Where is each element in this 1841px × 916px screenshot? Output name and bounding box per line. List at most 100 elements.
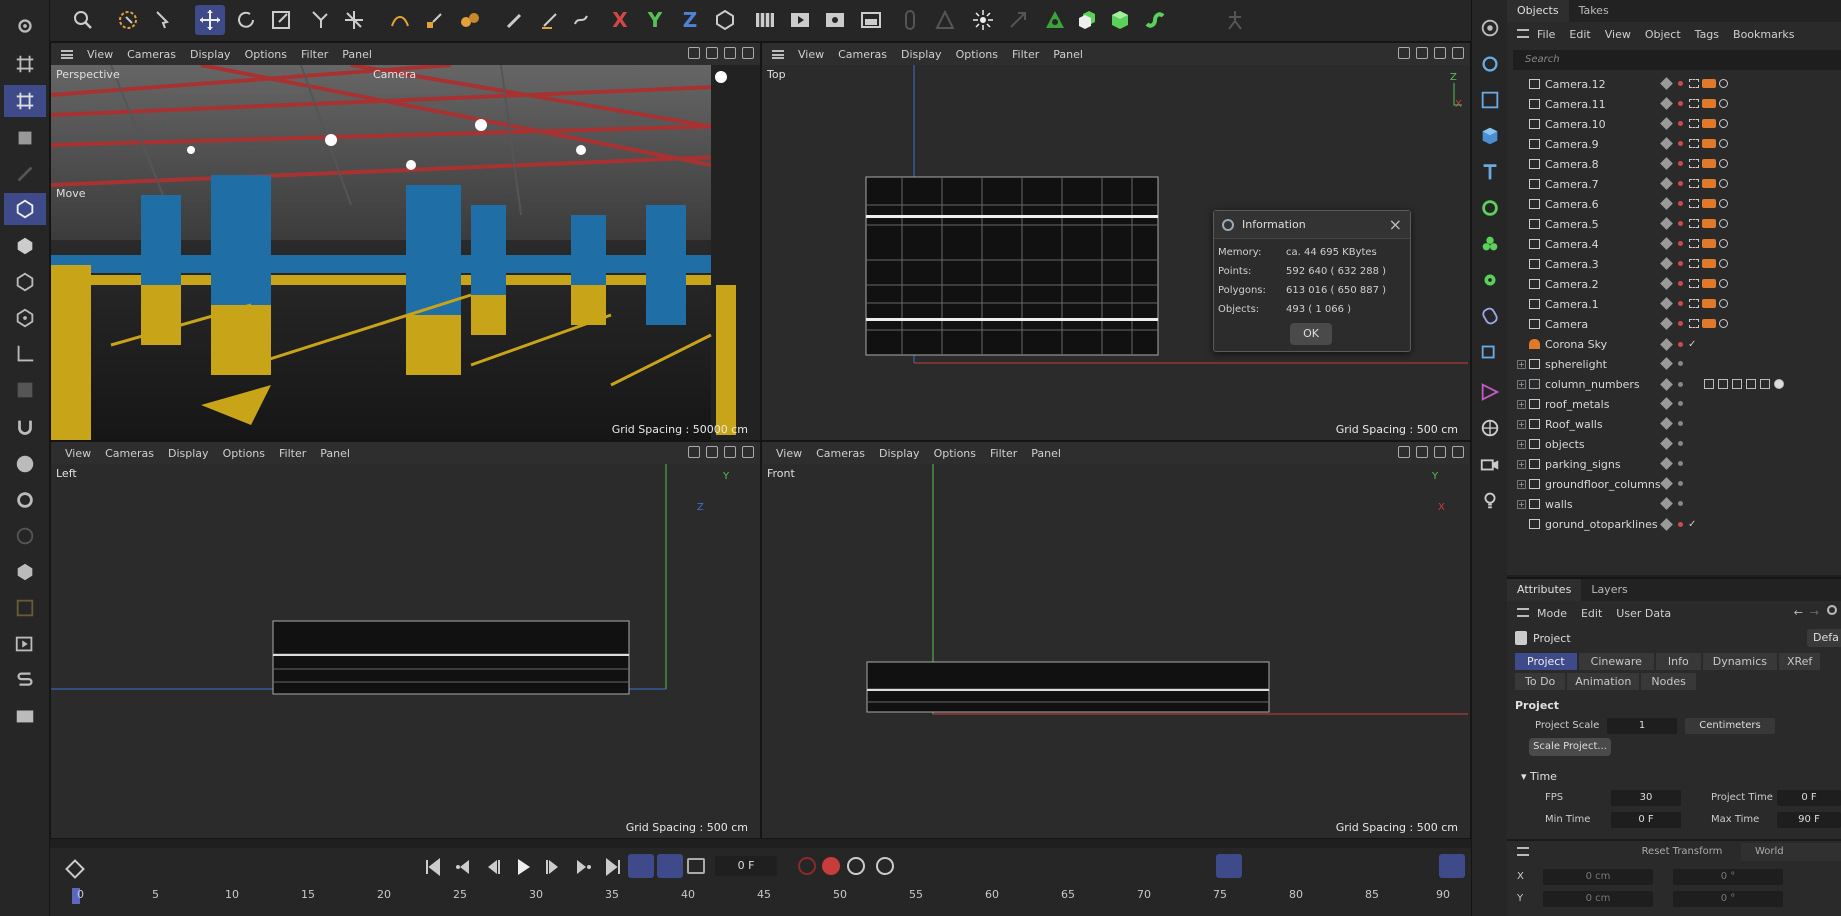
visibility-dot[interactable] — [1678, 161, 1683, 166]
spline-smooth-icon[interactable] — [455, 5, 485, 35]
move-icon[interactable] — [706, 446, 718, 458]
material-tag-icon[interactable] — [1760, 379, 1770, 389]
hex-icon[interactable] — [4, 556, 46, 588]
menu-panel[interactable]: Panel — [1053, 48, 1083, 61]
live-selection-icon[interactable] — [113, 5, 143, 35]
menu-options[interactable]: Options — [934, 447, 976, 460]
menu-icon[interactable] — [1517, 608, 1529, 617]
layer-icon[interactable] — [1660, 157, 1673, 170]
prev-frame-icon[interactable] — [482, 856, 504, 878]
character-icon[interactable] — [1220, 5, 1250, 35]
visibility-dot[interactable] — [1678, 141, 1683, 146]
menu-tags[interactable]: Tags — [1695, 28, 1719, 41]
object-flags[interactable] — [1660, 257, 1728, 270]
object-flags[interactable] — [1660, 237, 1728, 250]
visibility-dot[interactable] — [1678, 181, 1683, 186]
protection-tag-icon[interactable] — [1719, 179, 1728, 188]
protection-tag-icon[interactable] — [1719, 219, 1728, 228]
object-row[interactable]: Camera.12 — [1507, 74, 1841, 94]
disabled-arrow-icon[interactable] — [1003, 5, 1033, 35]
sphere-view-icon[interactable] — [1476, 14, 1504, 42]
field-icon[interactable] — [1476, 338, 1504, 366]
object-row[interactable]: + Roof_walls — [1507, 414, 1841, 434]
point-mode-icon[interactable] — [4, 302, 46, 334]
camera-tag-icon[interactable] — [1702, 239, 1716, 248]
x-position-field[interactable]: 0 cm — [1543, 869, 1653, 885]
menu-edit[interactable]: Edit — [1581, 607, 1602, 620]
menu-icon[interactable] — [1517, 29, 1529, 38]
object-flags[interactable] — [1660, 477, 1683, 490]
menu-file[interactable]: File — [1537, 28, 1555, 41]
axis-icon[interactable] — [4, 338, 46, 370]
menu-mode[interactable]: Mode — [1537, 607, 1567, 620]
frame-ruler[interactable]: 0 5 10 15 20 25 30 35 40 45 50 55 60 65 … — [72, 884, 1452, 916]
forward-arrow-icon[interactable]: → — [1810, 606, 1819, 619]
menu-panel[interactable]: Panel — [320, 447, 350, 460]
camera-tag-icon[interactable] — [1702, 119, 1716, 128]
protection-tag-icon[interactable] — [1719, 299, 1728, 308]
project-scale-field[interactable]: 1 — [1607, 718, 1677, 734]
circle-icon[interactable] — [4, 520, 46, 552]
render-queue-icon[interactable] — [856, 5, 886, 35]
globe-icon[interactable] — [1476, 414, 1504, 442]
camera-add-icon[interactable] — [1476, 50, 1504, 78]
camera-tag-icon[interactable] — [1702, 319, 1716, 328]
rotate-icon[interactable] — [724, 446, 736, 458]
protection-tag-icon[interactable] — [1719, 319, 1728, 328]
expand-icon[interactable]: + — [1517, 439, 1526, 449]
visibility-dot[interactable] — [1678, 101, 1683, 106]
object-flags[interactable] — [1660, 457, 1683, 470]
next-key-icon[interactable] — [572, 856, 594, 878]
object-flags[interactable] — [1660, 117, 1728, 130]
camera-tag-icon[interactable] — [1702, 259, 1716, 268]
visibility-dot[interactable] — [1678, 441, 1683, 446]
menu-options[interactable]: Options — [223, 447, 265, 460]
target-tag-icon[interactable] — [1689, 239, 1699, 248]
spline-sketch-icon[interactable] — [420, 5, 450, 35]
layer-icon[interactable] — [1660, 397, 1673, 410]
move-icon[interactable] — [706, 47, 718, 59]
render-picture-viewer-icon[interactable] — [785, 5, 815, 35]
move-icon[interactable] — [195, 5, 225, 35]
fcurve-icon[interactable] — [1439, 854, 1465, 878]
camera-tool-icon[interactable] — [1476, 450, 1504, 478]
visibility-dot[interactable] — [1678, 421, 1683, 426]
protection-tag-icon[interactable] — [1719, 239, 1728, 248]
layer-icon[interactable] — [1660, 457, 1673, 470]
object-flags[interactable] — [1660, 417, 1683, 430]
camera-tag-icon[interactable] — [1702, 99, 1716, 108]
workplane-icon[interactable] — [4, 448, 46, 480]
camera-tag-icon[interactable] — [1702, 299, 1716, 308]
target-tag-icon[interactable] — [1689, 159, 1699, 168]
target-tag-icon[interactable] — [1689, 299, 1699, 308]
search-input[interactable]: Search — [1513, 50, 1841, 70]
cube-icon[interactable] — [1476, 122, 1504, 150]
layer-icon[interactable] — [1660, 338, 1673, 351]
target-tag-icon[interactable] — [1689, 259, 1699, 268]
render-settings-icon[interactable] — [820, 5, 850, 35]
particle-icon[interactable] — [968, 5, 998, 35]
target-tag-icon[interactable] — [1689, 199, 1699, 208]
object-flags[interactable] — [1660, 157, 1728, 170]
generator-green-icon[interactable] — [1476, 194, 1504, 222]
subtab-xref[interactable]: XRef — [1778, 653, 1821, 670]
target-tag-icon[interactable] — [1689, 99, 1699, 108]
next-frame-icon[interactable] — [542, 856, 564, 878]
object-flags[interactable] — [1660, 277, 1728, 290]
menu-icon[interactable] — [61, 49, 73, 59]
x-axis-lock[interactable]: X — [605, 5, 635, 35]
menu-filter[interactable]: Filter — [1012, 48, 1039, 61]
render-view-icon[interactable] — [750, 5, 780, 35]
menu-display[interactable]: Display — [190, 48, 231, 61]
spline-mask-icon[interactable] — [1476, 378, 1504, 406]
pan-icon[interactable] — [688, 446, 700, 458]
tab-layers[interactable]: Layers — [1581, 579, 1637, 601]
terminal-icon[interactable] — [4, 592, 46, 624]
polygon-mode-icon[interactable] — [4, 230, 46, 262]
visibility-dot[interactable] — [1678, 461, 1683, 466]
move-icon[interactable] — [1416, 446, 1428, 458]
expand-icon[interactable]: + — [1517, 479, 1526, 489]
record-icon[interactable] — [798, 857, 816, 875]
material-tag-icon[interactable] — [1732, 379, 1742, 389]
menu-options[interactable]: Options — [956, 48, 998, 61]
